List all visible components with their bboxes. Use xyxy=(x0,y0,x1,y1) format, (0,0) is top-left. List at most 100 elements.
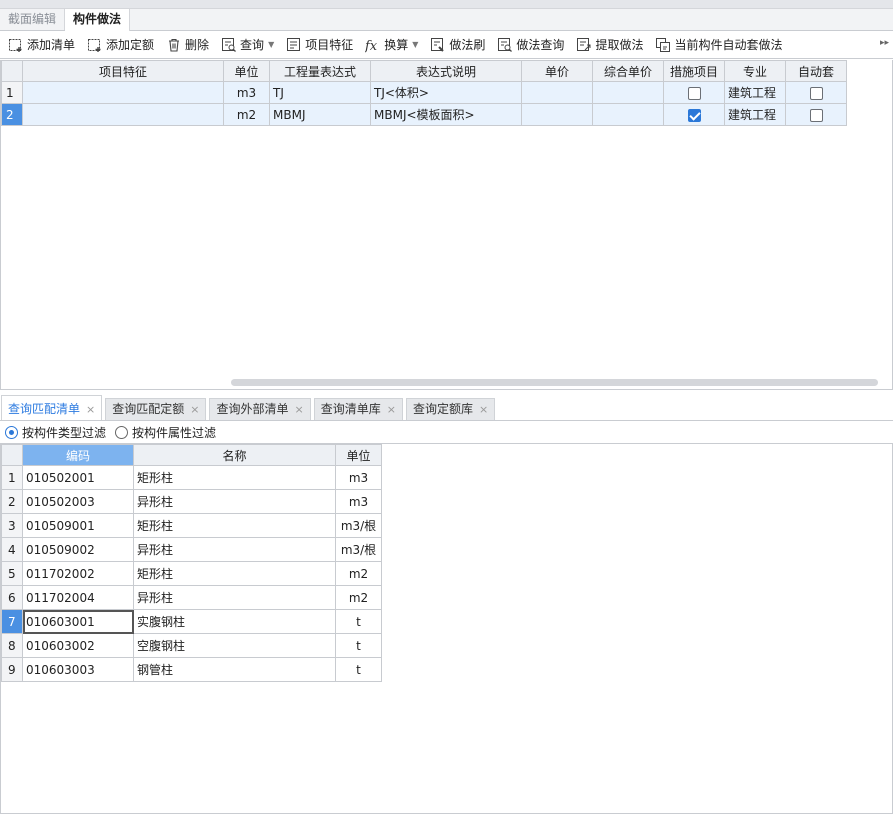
method-brush-button[interactable]: 做法刷 xyxy=(426,33,489,57)
header-comp-price[interactable]: 综合单价 xyxy=(592,60,664,82)
name-cell[interactable]: 矩形柱 xyxy=(133,465,336,490)
unit-cell[interactable]: m3 xyxy=(223,81,270,104)
query-button[interactable]: 查询 ▼ xyxy=(217,33,278,57)
table-row[interactable]: 2 m2 MBMJ MBMJ<模板面积> 建筑工程 xyxy=(1,103,847,126)
unit-cell[interactable]: m2 xyxy=(223,103,270,126)
name-cell[interactable]: 矩形柱 xyxy=(133,513,336,538)
code-cell[interactable]: 010502003 xyxy=(22,489,134,514)
table-row[interactable]: 5 011702002 矩形柱 m2 xyxy=(1,561,382,586)
code-cell[interactable]: 010603002 xyxy=(22,633,134,658)
expression-desc-cell[interactable]: MBMJ<模板面积> xyxy=(370,103,522,126)
table-row[interactable]: 3 010509001 矩形柱 m3/根 xyxy=(1,513,382,538)
name-cell[interactable]: 实腹钢柱 xyxy=(133,609,336,634)
feature-cell[interactable] xyxy=(22,81,224,104)
add-quota-button[interactable]: 添加定额 xyxy=(83,33,158,57)
header-expression[interactable]: 工程量表达式 xyxy=(269,60,371,82)
tab-query-match-list[interactable]: 查询匹配清单 × xyxy=(1,395,103,420)
header-measure[interactable]: 措施项目 xyxy=(663,60,725,82)
major-cell[interactable]: 建筑工程 xyxy=(724,81,786,104)
tab-section-edit[interactable]: 截面编辑 xyxy=(0,9,66,30)
comp-price-cell[interactable] xyxy=(592,103,664,126)
auto-checkbox[interactable] xyxy=(809,86,823,100)
table-row[interactable]: 8 010603002 空腹钢柱 t xyxy=(1,633,382,658)
header-code[interactable]: 编码 xyxy=(22,444,134,466)
name-cell[interactable]: 钢管柱 xyxy=(133,657,336,682)
unit-cell[interactable]: m2 xyxy=(335,561,382,586)
convert-dropdown-icon[interactable]: ▼ xyxy=(412,40,418,49)
name-cell[interactable]: 异形柱 xyxy=(133,489,336,514)
row-number[interactable]: 1 xyxy=(1,465,23,490)
header-feature[interactable]: 项目特征 xyxy=(22,60,224,82)
unit-cell[interactable]: t xyxy=(335,633,382,658)
unit-cell[interactable]: m3 xyxy=(335,489,382,514)
header-major[interactable]: 专业 xyxy=(724,60,786,82)
add-list-button[interactable]: 添加清单 xyxy=(4,33,79,57)
code-cell[interactable]: 010603001 xyxy=(22,609,134,634)
price-cell[interactable] xyxy=(521,81,593,104)
row-number[interactable]: 7 xyxy=(1,609,23,634)
query-dropdown-icon[interactable]: ▼ xyxy=(268,40,274,49)
row-number[interactable]: 1 xyxy=(1,81,23,104)
expression-cell[interactable]: MBMJ xyxy=(269,103,371,126)
filter-by-attr-radio[interactable]: 按构件属性过滤 xyxy=(115,424,216,441)
tab-component-method[interactable]: 构件做法 xyxy=(65,9,131,31)
feature-cell[interactable] xyxy=(22,103,224,126)
unit-cell[interactable]: t xyxy=(335,609,382,634)
auto-apply-button[interactable]: 当前构件自动套做法 xyxy=(651,33,786,57)
table-row[interactable]: 7 010603001 实腹钢柱 t xyxy=(1,609,382,634)
item-feature-button[interactable]: 项目特征 xyxy=(282,33,357,57)
unit-cell[interactable]: t xyxy=(335,657,382,682)
extract-method-button[interactable]: 提取做法 xyxy=(572,33,647,57)
convert-button[interactable]: fx 换算 ▼ xyxy=(361,33,422,57)
row-number[interactable]: 5 xyxy=(1,561,23,586)
row-number[interactable]: 3 xyxy=(1,513,23,538)
unit-cell[interactable]: m3/根 xyxy=(335,513,382,538)
close-icon[interactable]: × xyxy=(86,403,95,416)
measure-checkbox[interactable] xyxy=(687,108,701,122)
table-row[interactable]: 1 010502001 矩形柱 m3 xyxy=(1,465,382,490)
name-cell[interactable]: 矩形柱 xyxy=(133,561,336,586)
close-icon[interactable]: × xyxy=(387,403,396,416)
auto-checkbox[interactable] xyxy=(809,108,823,122)
measure-checkbox[interactable] xyxy=(687,86,701,100)
price-cell[interactable] xyxy=(521,103,593,126)
code-cell[interactable]: 011702004 xyxy=(22,585,134,610)
row-number[interactable]: 4 xyxy=(1,537,23,562)
expression-cell[interactable]: TJ xyxy=(269,81,371,104)
tab-query-quota-library[interactable]: 查询定额库 × xyxy=(405,398,496,420)
close-icon[interactable]: × xyxy=(294,403,303,416)
header-expression-desc[interactable]: 表达式说明 xyxy=(370,60,522,82)
header-name[interactable]: 名称 xyxy=(133,444,336,466)
code-cell[interactable]: 011702002 xyxy=(22,561,134,586)
unit-cell[interactable]: m3 xyxy=(335,465,382,490)
delete-button[interactable]: 删除 xyxy=(162,33,213,57)
name-cell[interactable]: 异形柱 xyxy=(133,537,336,562)
header-unit[interactable]: 单位 xyxy=(223,60,270,82)
code-cell[interactable]: 010502001 xyxy=(22,465,134,490)
tab-query-match-quota[interactable]: 查询匹配定额 × xyxy=(105,398,207,420)
table-row[interactable]: 9 010603003 钢管柱 t xyxy=(1,657,382,682)
table-row[interactable]: 6 011702004 异形柱 m2 xyxy=(1,585,382,610)
code-cell[interactable]: 010509002 xyxy=(22,537,134,562)
filter-by-type-radio[interactable]: 按构件类型过滤 xyxy=(5,424,106,441)
comp-price-cell[interactable] xyxy=(592,81,664,104)
table-row[interactable]: 2 010502003 异形柱 m3 xyxy=(1,489,382,514)
table-row[interactable]: 1 m3 TJ TJ<体积> 建筑工程 xyxy=(1,81,847,104)
major-cell[interactable]: 建筑工程 xyxy=(724,103,786,126)
name-cell[interactable]: 空腹钢柱 xyxy=(133,633,336,658)
unit-cell[interactable]: m3/根 xyxy=(335,537,382,562)
header-price[interactable]: 单价 xyxy=(521,60,593,82)
tab-query-list-library[interactable]: 查询清单库 × xyxy=(313,398,403,420)
code-cell[interactable]: 010509001 xyxy=(22,513,134,538)
name-cell[interactable]: 异形柱 xyxy=(133,585,336,610)
method-query-button[interactable]: 做法查询 xyxy=(493,33,568,57)
row-number[interactable]: 2 xyxy=(1,489,23,514)
expression-desc-cell[interactable]: TJ<体积> xyxy=(370,81,522,104)
row-number[interactable]: 9 xyxy=(1,657,23,682)
row-number[interactable]: 8 xyxy=(1,633,23,658)
horizontal-scrollbar[interactable] xyxy=(231,379,878,386)
close-icon[interactable]: × xyxy=(479,403,488,416)
row-number[interactable]: 2 xyxy=(1,103,23,126)
header-unit[interactable]: 单位 xyxy=(335,444,382,466)
tab-query-external-list[interactable]: 查询外部清单 × xyxy=(209,398,311,420)
